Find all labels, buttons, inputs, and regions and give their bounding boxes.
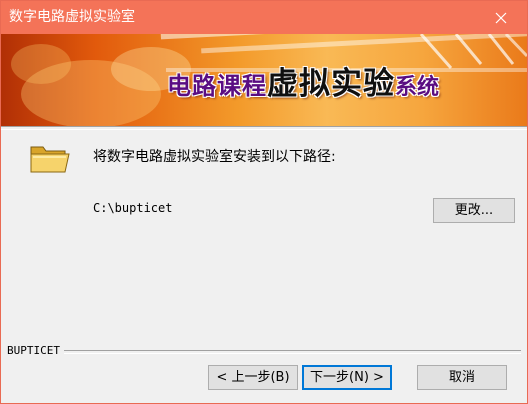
install-path-prompt: 将数字电路虚拟实验室安装到以下路径:	[93, 149, 336, 165]
banner-title-part3: 系统	[395, 74, 440, 100]
folder-icon	[30, 146, 70, 173]
close-icon	[495, 12, 507, 24]
change-path-button[interactable]: 更改...	[433, 198, 515, 223]
title-bar[interactable]: 数字电路虚拟实验室	[1, 1, 527, 34]
window-title: 数字电路虚拟实验室	[9, 9, 135, 25]
installer-window: 数字电路虚拟实验室 电路课程虚拟实验系统 将数字电路虚拟实验室安装到以下路径: …	[0, 0, 528, 404]
cancel-button[interactable]: 取消	[417, 365, 507, 390]
banner-title: 电路课程虚拟实验系统	[167, 58, 439, 118]
footer-divider	[7, 350, 521, 354]
brand-label: BUPTICET	[7, 344, 64, 357]
banner-title-part2: 虚拟实验	[267, 66, 395, 102]
header-banner: 电路课程虚拟实验系统	[1, 34, 527, 126]
banner-title-part1: 电路课程	[167, 71, 267, 100]
next-button[interactable]: 下一步(N) >	[302, 365, 392, 390]
banner-divider	[1, 126, 527, 130]
close-button[interactable]	[481, 3, 521, 32]
install-path-value: C:\bupticet	[93, 201, 173, 215]
back-button[interactable]: < 上一步(B)	[208, 365, 298, 390]
